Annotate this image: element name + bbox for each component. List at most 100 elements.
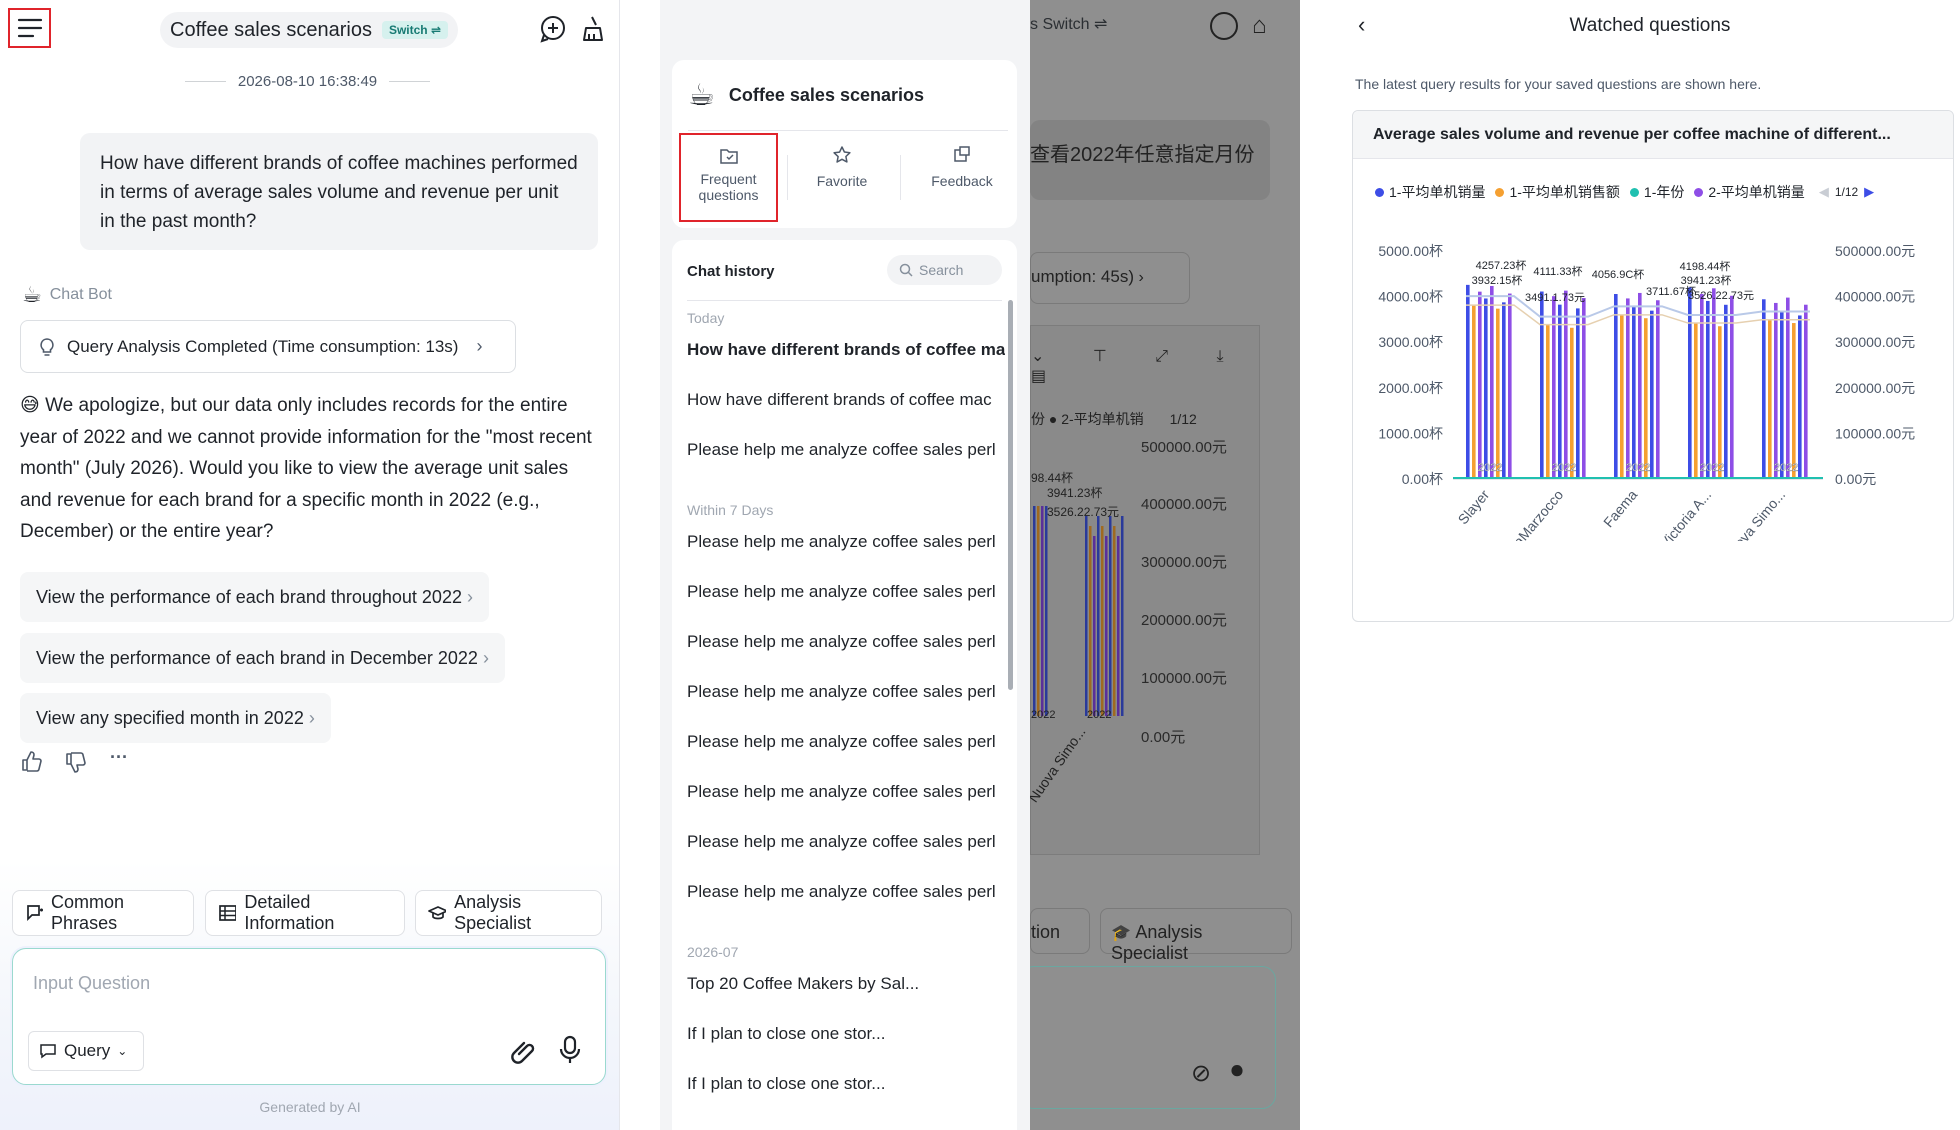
question-input-box[interactable]: Input Question Query ⌄ (12, 948, 606, 1085)
legend-item-2[interactable]: 1-平均单机销售额 (1495, 182, 1620, 202)
star-icon (792, 145, 892, 165)
broom-icon[interactable] (578, 14, 606, 42)
legend-prev-icon[interactable]: ◀ (1819, 184, 1829, 200)
bg-new-chat-icon (1210, 12, 1238, 40)
history-title: Chat history (687, 263, 775, 280)
bar (1798, 315, 1802, 479)
y-right-tick-label: 0.00元 (1835, 471, 1876, 487)
feedback-button[interactable]: Feedback (907, 145, 1017, 189)
question-input[interactable]: Input Question (33, 973, 150, 994)
data-label: 4198.44杯 (1680, 259, 1731, 273)
thumbs-down-icon[interactable] (64, 752, 86, 774)
legend-item-1[interactable]: 1-平均单机销量 (1375, 182, 1485, 202)
history-item[interactable]: Top 20 Coffee Makers by Sal... (687, 974, 1005, 994)
more-options-icon[interactable]: ··· (110, 747, 128, 768)
query-mode-select[interactable]: Query ⌄ (28, 1031, 144, 1071)
bar (1688, 287, 1692, 479)
legend-label: 1-平均单机销量 (1389, 184, 1486, 200)
y-right-tick-label: 200000.00元 (1835, 380, 1915, 396)
bg-chart-card: ⌄ ⊤ ⤢ ⤓ ▤ 份 ● 2-平均单机销 1/12 500000.00元 40… (1025, 325, 1260, 855)
bar-chart: 0.00杯 1000.00杯 2000.00杯 3000.00杯 4000.00杯 500… (1378, 243, 1915, 541)
x-tick-label: Slayer (1455, 486, 1493, 527)
y-right-tick-label: 400000.00元 (1835, 289, 1915, 305)
history-item[interactable]: Please help me analyze coffee sales perl (687, 582, 1005, 602)
bg-broom-icon: ⌂ (1252, 12, 1267, 39)
data-label: 4257.23杯 (1476, 258, 1527, 272)
legend-item-4[interactable]: 2-平均单机销量 (1694, 182, 1805, 202)
history-item[interactable]: Please help me analyze coffee sales perl (687, 832, 1005, 852)
history-item[interactable]: If I plan to close one stor... (687, 1074, 1005, 1094)
bg-ylabel-0: 500000.00元 (1141, 439, 1227, 456)
bg-annot-1: 3941.23杯 (1047, 486, 1103, 500)
detailed-information-button[interactable]: Detailed Information (205, 890, 405, 936)
legend-next-icon[interactable]: ▶ (1864, 184, 1874, 200)
history-item[interactable]: If I plan to close one stor... (687, 1024, 1005, 1044)
bar (1546, 324, 1550, 479)
bg-page: 1/12 (1169, 411, 1197, 427)
bar (1804, 304, 1808, 479)
data-label: 3932.15杯 (1472, 273, 1523, 287)
bg-ylabel-2: 300000.00元 (1141, 554, 1227, 571)
history-scrollbar[interactable] (1008, 300, 1013, 690)
history-item[interactable]: How have different brands of coffee ma (687, 340, 1005, 360)
chart-card[interactable]: Average sales volume and revenue per cof… (1352, 110, 1954, 622)
suggestion-2[interactable]: View the performance of each brand in De… (20, 633, 505, 683)
y-left-tick-label: 2000.00杯 (1378, 380, 1443, 396)
bot-header: ☕ Chat Bot (22, 282, 112, 308)
bg-bar (1113, 526, 1116, 716)
history-group-label: 2026-07 (687, 944, 739, 960)
action-divider (787, 155, 788, 200)
legend-label: 1-年份 (1643, 184, 1685, 200)
history-group-label: Today (687, 310, 725, 326)
chevron-right-icon: › (308, 708, 315, 728)
chart-legend: 1-平均单机销量 1-平均单机销售额 1-年份 2-平均单机销量 ◀ 1/12 … (1375, 182, 1874, 202)
feedback-icon (907, 145, 1017, 165)
legend-page: 1/12 (1834, 185, 1859, 199)
microphone-icon[interactable] (558, 1035, 582, 1065)
scenario-selector[interactable]: Coffee sales scenarios Switch ⇌ (160, 12, 459, 48)
bar (1694, 323, 1698, 479)
history-item[interactable]: Please help me analyze coffee sales perl (687, 532, 1005, 552)
bar (1706, 300, 1710, 479)
history-item[interactable]: Please help me analyze coffee sales perl (687, 732, 1005, 752)
bg-input-box: ⊘ ⏺ (1020, 966, 1276, 1109)
history-search[interactable]: Search (887, 255, 1002, 285)
history-item[interactable]: Please help me analyze coffee sales perl (687, 782, 1005, 802)
analysis-status-button[interactable]: Query Analysis Completed (Time consumpti… (20, 320, 516, 373)
search-placeholder: Search (919, 262, 964, 278)
bg-bar (1085, 516, 1088, 716)
history-item[interactable]: Please help me analyze coffee sales perl (687, 682, 1005, 702)
attachment-icon[interactable] (510, 1037, 538, 1065)
analysis-specialist-button[interactable]: Analysis Specialist (415, 890, 602, 936)
legend-item-3[interactable]: 1-年份 (1629, 182, 1685, 202)
bar-year-label: 2022 (1626, 462, 1650, 474)
suggestion-label: View the performance of each brand throu… (36, 587, 462, 607)
bg-bar (1093, 536, 1096, 716)
history-item[interactable]: Please help me analyze coffee sales perl (687, 440, 1005, 460)
history-item[interactable]: Please help me analyze coffee sales perl (687, 882, 1005, 902)
page-title: Coffee sales scenarios (170, 18, 372, 41)
bar (1632, 306, 1636, 479)
new-chat-icon[interactable] (540, 15, 568, 43)
y-left-tick-label: 4000.00杯 (1378, 289, 1443, 305)
switch-badge[interactable]: Switch ⇌ (381, 21, 449, 39)
analysis-status-label: Query Analysis Completed (Time consumpti… (67, 336, 459, 356)
bar-year-label: 2022 (1552, 462, 1576, 474)
frequent-questions-button[interactable]: Frequent questions (679, 133, 778, 222)
bar (1620, 314, 1624, 479)
favorite-button[interactable]: Favorite (792, 145, 892, 189)
scenario-divider (688, 130, 1008, 131)
common-phrases-button[interactable]: Common Phrases (12, 890, 194, 936)
suggestion-1[interactable]: View the performance of each brand throu… (20, 572, 489, 622)
suggestion-3[interactable]: View any specified month in 2022 › (20, 693, 331, 743)
history-item[interactable]: How have different brands of coffee mac (687, 390, 1005, 410)
y-left-tick-label: 3000.00杯 (1378, 334, 1443, 350)
bar (1614, 294, 1618, 479)
menu-button[interactable] (8, 8, 51, 48)
bg-bar (1097, 516, 1100, 716)
thumbs-up-icon[interactable] (20, 750, 42, 772)
bar (1508, 293, 1512, 479)
history-item[interactable]: Please help me analyze coffee sales perl (687, 632, 1005, 652)
bg-annot-2: 3526.22.73元 (1047, 505, 1120, 519)
bar (1490, 285, 1494, 479)
